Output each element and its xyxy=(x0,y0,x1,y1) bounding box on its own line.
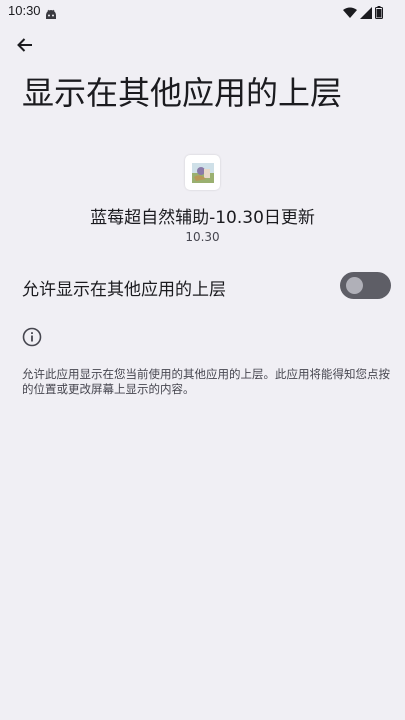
android-robot-icon xyxy=(45,5,57,24)
wifi-icon xyxy=(343,4,357,23)
permission-row[interactable]: 允许显示在其他应用的上层 xyxy=(0,262,405,312)
back-button[interactable] xyxy=(10,33,40,61)
app-name: 蓝莓超自然辅助-10.30日更新 xyxy=(90,208,315,228)
toggle-knob xyxy=(346,277,363,294)
status-bar: 10:30 xyxy=(0,0,405,24)
cell-signal-icon xyxy=(360,4,372,23)
page-title: 显示在其他应用的上层 xyxy=(22,74,343,112)
permission-description: 允许此应用显示在您当前使用的其他应用的上层。此应用将能得知您点按的位置或更改屏幕… xyxy=(22,367,390,396)
arrow-back-icon xyxy=(16,36,34,58)
app-icon xyxy=(185,155,220,190)
status-time: 10:30 xyxy=(8,3,41,18)
info-icon xyxy=(22,327,42,351)
app-version: 10.30 xyxy=(185,230,220,244)
overlay-permission-toggle[interactable] xyxy=(340,272,391,299)
battery-icon xyxy=(375,4,383,23)
permission-label: 允许显示在其他应用的上层 xyxy=(22,280,226,300)
